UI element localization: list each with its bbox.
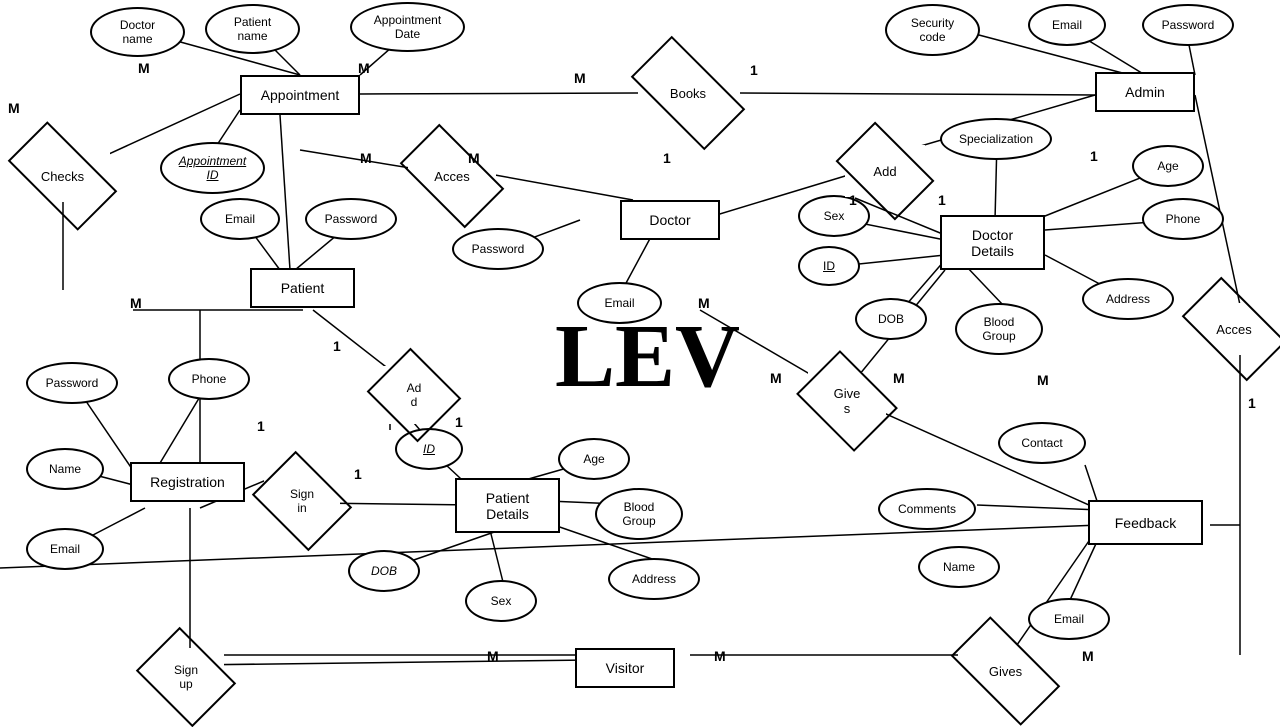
label-m-visitor2: M — [714, 648, 726, 664]
label-m-gives2: M — [893, 370, 905, 386]
attr-fb-email: Email — [1028, 598, 1110, 640]
attr-security-code: Securitycode — [885, 4, 980, 56]
label-m-appt2: M — [358, 60, 370, 76]
attr-pd-age: Age — [558, 438, 630, 480]
rel-add-patient: Add — [380, 366, 448, 424]
attr-pd-dob: DOB — [348, 550, 420, 592]
label-1-admin: 1 — [1090, 148, 1098, 164]
attr-address-doctor: Address — [1082, 278, 1174, 320]
attr-email-patient: Email — [200, 198, 280, 240]
rel-signin: Signin — [264, 472, 340, 530]
entity-visitor: Visitor — [575, 648, 675, 688]
entity-appointment: Appointment — [240, 75, 360, 115]
label-1-reg1: 1 — [333, 338, 341, 354]
label-m-patient: M — [130, 295, 142, 311]
attr-appointment-date: AppointmentDate — [350, 2, 465, 52]
rel-signup: Signup — [148, 648, 224, 706]
label-1-acces1: 1 — [663, 150, 671, 166]
attr-fb-name: Name — [918, 546, 1000, 588]
er-diagram: Appointment Doctor Patient Admin Doctor … — [0, 0, 1280, 720]
attr-appointment-id: AppointmentID — [160, 142, 265, 194]
entity-patient: Patient — [250, 268, 355, 308]
rel-acces1: Acces — [408, 150, 496, 202]
attr-pd-sex: Sex — [465, 580, 537, 622]
entity-patient-details-label: Patient Details — [486, 490, 530, 522]
attr-doctor-name: Doctorname — [90, 7, 185, 57]
entity-registration-label: Registration — [150, 474, 225, 490]
attr-sex-doctor: Sex — [798, 195, 870, 237]
label-m-acces1: M — [360, 150, 372, 166]
entity-visitor-label: Visitor — [606, 660, 645, 676]
entity-patient-details: Patient Details — [455, 478, 560, 533]
rel-checks: Checks — [15, 150, 110, 202]
attr-email-admin: Email — [1028, 4, 1106, 46]
entity-doctor: Doctor — [620, 200, 720, 240]
entity-feedback: Feedback — [1088, 500, 1203, 545]
rel-gives2: Gives — [958, 645, 1053, 697]
rel-gives: Gives — [808, 372, 886, 430]
attr-pd-address: Address — [608, 558, 700, 600]
attr-age-doctor: Age — [1132, 145, 1204, 187]
entity-patient-label: Patient — [281, 280, 325, 296]
entity-feedback-label: Feedback — [1115, 515, 1176, 531]
attr-reg-password: Password — [26, 362, 118, 404]
label-m-gives2b: M — [1082, 648, 1094, 664]
entity-registration: Registration — [130, 462, 245, 502]
label-1-add: 1 — [849, 192, 857, 208]
label-m-visitor1: M — [487, 648, 499, 664]
attr-specialization: Specialization — [940, 118, 1052, 160]
attr-pd-blood-group: BloodGroup — [595, 488, 683, 540]
label-m-books: M — [574, 70, 586, 86]
label-1-books: 1 — [750, 62, 758, 78]
label-m-feedback: M — [1037, 372, 1049, 388]
label-m-gives1: M — [770, 370, 782, 386]
watermark-text: LEV — [555, 305, 740, 408]
attr-phone-doctor: Phone — [1142, 198, 1224, 240]
entity-doctor-details: Doctor Details — [940, 215, 1045, 270]
entity-appointment-label: Appointment — [261, 87, 340, 103]
label-1-acces2: 1 — [1248, 395, 1256, 411]
label-m-checks: M — [8, 100, 20, 116]
attr-id-doctor: ID — [798, 246, 860, 286]
label-1-reg2: 1 — [257, 418, 265, 434]
attr-reg-phone: Phone — [168, 358, 250, 400]
attr-blood-group-doctor: BloodGroup — [955, 303, 1043, 355]
label-m-appt1: M — [138, 60, 150, 76]
attr-dob-doctor: DOB — [855, 298, 927, 340]
attr-reg-name: Name — [26, 448, 104, 490]
rel-books: Books — [638, 66, 738, 120]
attr-fb-comments: Comments — [878, 488, 976, 530]
label-m-acces2a: M — [468, 150, 480, 166]
label-1-signin: 1 — [455, 414, 463, 430]
attr-pd-id: ID — [395, 428, 463, 470]
attr-password-patient: Password — [305, 198, 397, 240]
attr-fb-contact: Contact — [998, 422, 1086, 464]
entity-doctor-label: Doctor — [649, 212, 690, 228]
attr-password2: Password — [452, 228, 544, 270]
attr-password-admin: Password — [1142, 4, 1234, 46]
rel-add-doctor: Add — [845, 145, 925, 197]
label-1-add2: 1 — [938, 192, 946, 208]
attr-reg-email: Email — [26, 528, 104, 570]
entity-doctor-details-label: Doctor Details — [971, 227, 1014, 259]
rel-acces2: Acces — [1190, 303, 1278, 355]
label-1-reg3: 1 — [354, 466, 362, 482]
attr-patient-name: Patientname — [205, 4, 300, 54]
entity-admin: Admin — [1095, 72, 1195, 112]
entity-admin-label: Admin — [1125, 84, 1165, 100]
